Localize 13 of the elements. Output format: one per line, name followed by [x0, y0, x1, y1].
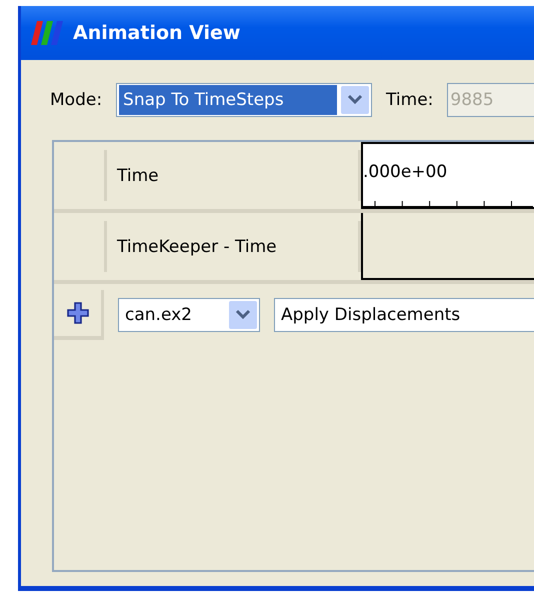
window-title: Animation View [73, 22, 240, 44]
add-icon[interactable] [66, 302, 88, 324]
mode-dropdown[interactable]: Snap To TimeSteps [116, 83, 372, 117]
track-label: TimeKeeper - Time [117, 236, 277, 256]
track-label: Time [117, 166, 159, 186]
property-dropdown[interactable]: Apply Displacements [274, 298, 534, 332]
mode-label: Mode: [50, 90, 102, 110]
time-value: .000e+00 [363, 162, 448, 182]
caret-icon[interactable] [235, 309, 251, 321]
time-label: Time: [386, 90, 434, 110]
source-dropdown[interactable]: can.ex2 [118, 298, 260, 332]
caret-icon[interactable] [347, 94, 364, 106]
stripes-icon [31, 21, 65, 45]
